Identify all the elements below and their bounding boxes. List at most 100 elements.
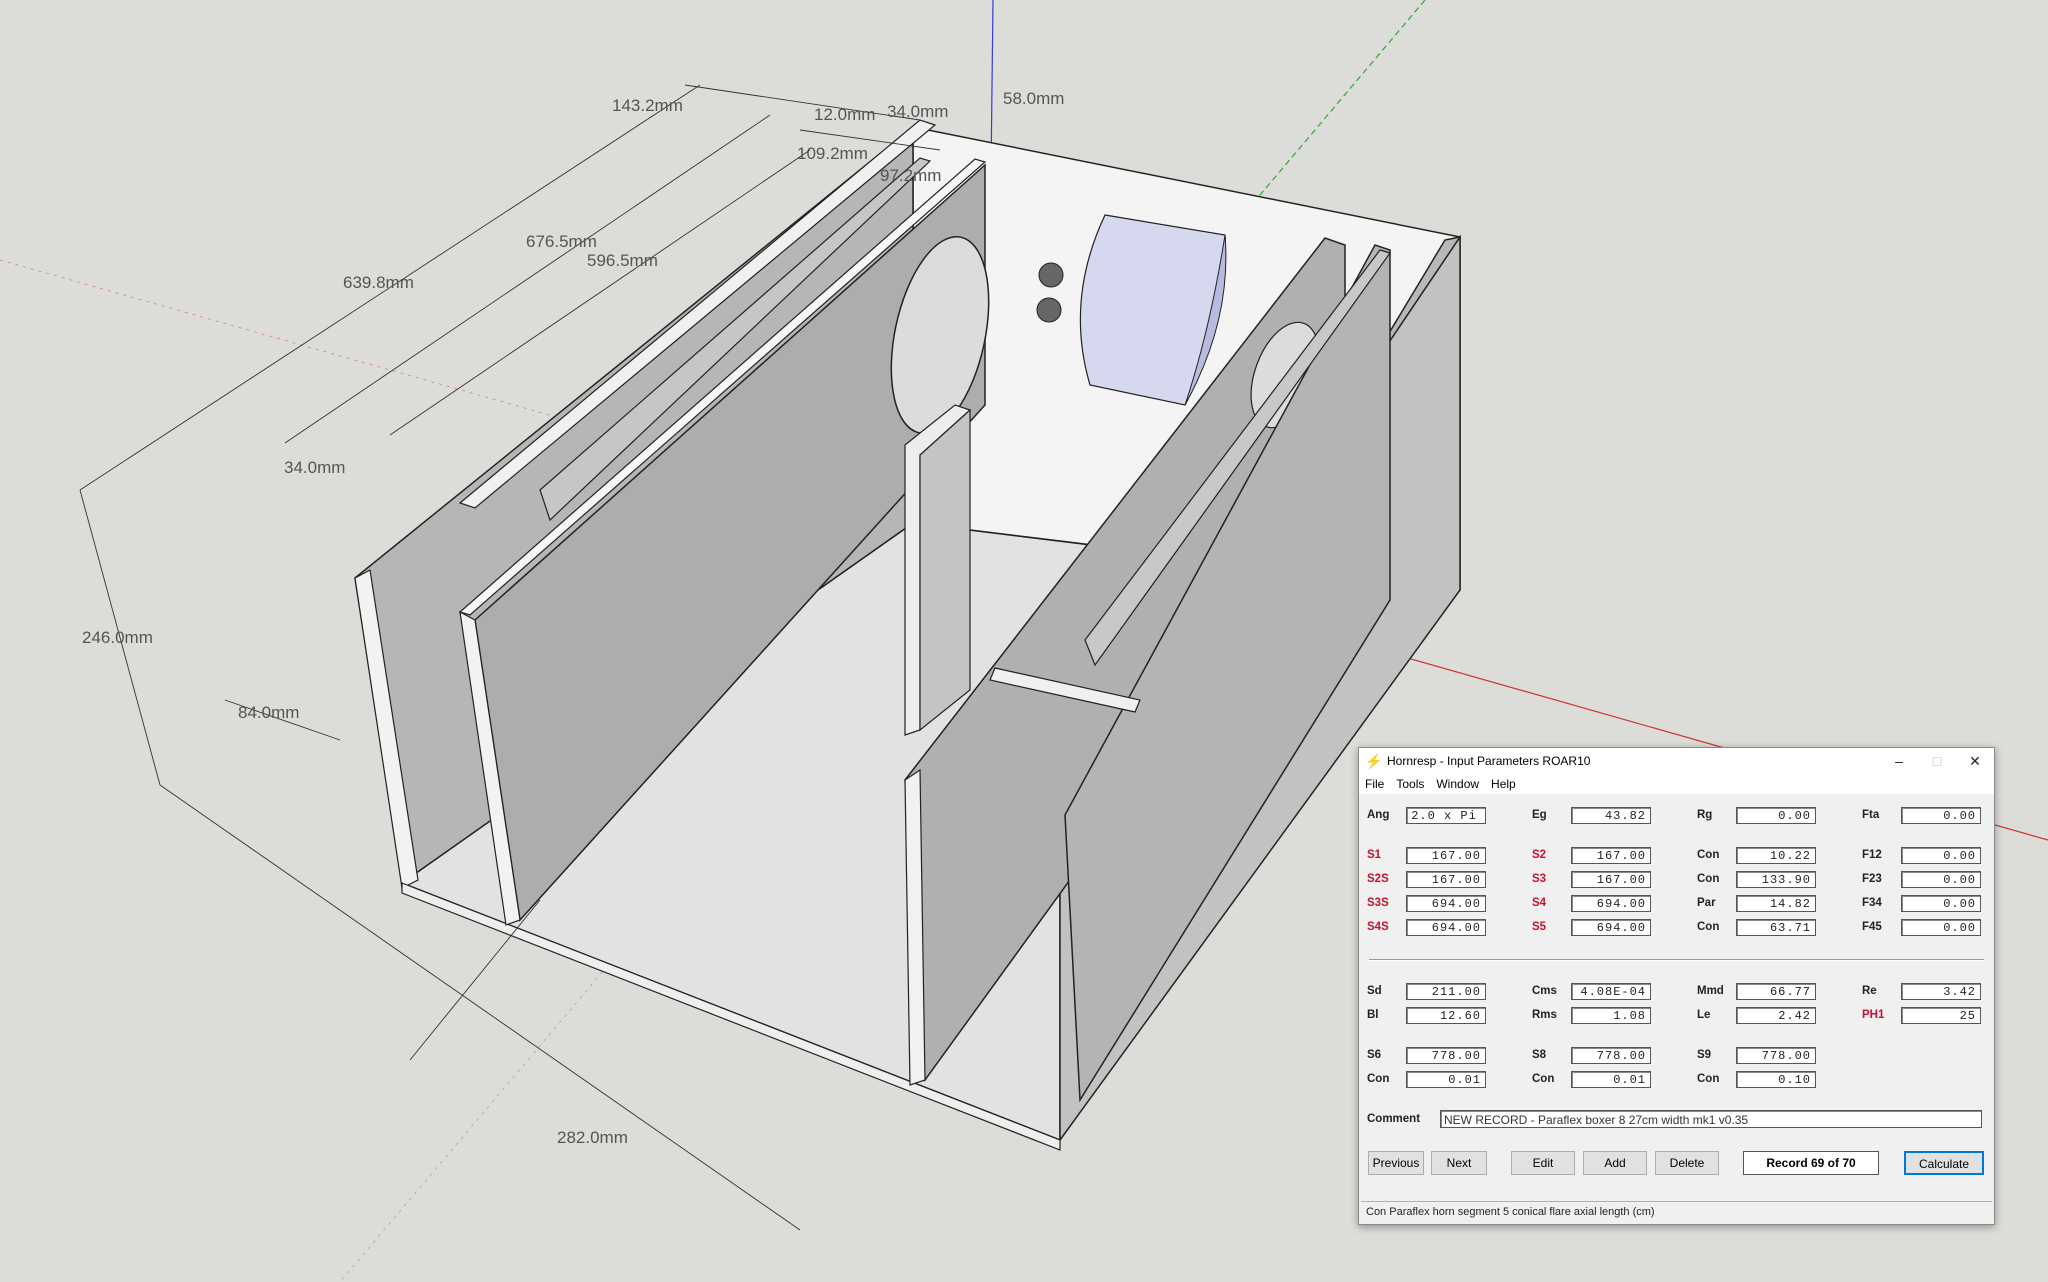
con8-label: Con	[1532, 1073, 1555, 1085]
s3s-field[interactable]: 694.00	[1406, 895, 1486, 912]
dimension-label: 34.0mm	[887, 102, 948, 121]
minimize-button[interactable]: –	[1880, 748, 1918, 774]
s5-label: S5	[1532, 921, 1547, 933]
menu-tools[interactable]: Tools	[1396, 777, 1424, 791]
con9-label: Con	[1697, 1073, 1720, 1085]
terminal-hole	[1036, 297, 1062, 323]
s1-field[interactable]: 167.00	[1406, 847, 1486, 864]
fta-field[interactable]: 0.00	[1901, 807, 1981, 824]
eg-field[interactable]: 43.82	[1571, 807, 1651, 824]
bl-field[interactable]: 12.60	[1406, 1007, 1486, 1024]
dimension-label: 97.2mm	[880, 166, 941, 185]
s3-label: S3	[1532, 873, 1547, 885]
con1-label: Con	[1697, 849, 1720, 861]
dimension-label: 282.0mm	[557, 1128, 628, 1147]
rms-label: Rms	[1532, 1009, 1557, 1021]
f34-label: F34	[1862, 897, 1882, 909]
s1-label: S1	[1367, 849, 1382, 861]
f12-field[interactable]: 0.00	[1901, 847, 1981, 864]
fta-label: Fta	[1862, 809, 1880, 821]
menu-bar: File Tools Window Help	[1359, 774, 1994, 794]
ang-field[interactable]: 2.0 x Pi	[1406, 807, 1486, 824]
f45-field[interactable]: 0.00	[1901, 919, 1981, 936]
hornresp-app-icon: ⚡	[1365, 752, 1383, 769]
previous-button[interactable]: Previous	[1368, 1151, 1424, 1175]
s5-field[interactable]: 694.00	[1571, 919, 1651, 936]
con8-field[interactable]: 0.01	[1571, 1071, 1651, 1088]
ph1-field[interactable]: 25	[1901, 1007, 1981, 1024]
s6-label: S6	[1367, 1049, 1382, 1061]
separator	[1369, 959, 1984, 961]
dimension-label: 639.8mm	[343, 273, 414, 292]
s4s-field[interactable]: 694.00	[1406, 919, 1486, 936]
status-bar: Con Paraflex horn segment 5 conical flar…	[1361, 1201, 1992, 1222]
dimension-label: 676.5mm	[526, 232, 597, 251]
con4-label: Con	[1697, 921, 1720, 933]
comment-field[interactable]: NEW RECORD - Paraflex boxer 8 27cm width…	[1440, 1110, 1982, 1128]
s3-field[interactable]: 167.00	[1571, 871, 1651, 888]
calculate-button[interactable]: Calculate	[1904, 1151, 1984, 1175]
f23-field[interactable]: 0.00	[1901, 871, 1981, 888]
s8-field[interactable]: 778.00	[1571, 1047, 1651, 1064]
delete-button[interactable]: Delete	[1655, 1151, 1719, 1175]
s3s-label: S3S	[1367, 897, 1389, 909]
cms-label: Cms	[1532, 985, 1557, 997]
rms-field[interactable]: 1.08	[1571, 1007, 1651, 1024]
par-field[interactable]: 14.82	[1736, 895, 1816, 912]
ang-label: Ang	[1367, 809, 1390, 821]
s8-label: S8	[1532, 1049, 1547, 1061]
hornresp-window[interactable]: ⚡ Hornresp - Input Parameters ROAR10 – □…	[1358, 747, 1995, 1225]
par-label: Par	[1697, 897, 1716, 909]
input-parameters-form: Ang 2.0 x Pi Eg 43.82 Rg 0.00 Fta 0.00 S…	[1359, 794, 1994, 1194]
title-bar: ⚡ Hornresp - Input Parameters ROAR10 – □…	[1359, 748, 1994, 774]
con6-label: Con	[1367, 1073, 1390, 1085]
close-button[interactable]: ✕	[1956, 748, 1994, 774]
re-label: Re	[1862, 985, 1877, 997]
comment-label: Comment	[1367, 1113, 1421, 1125]
f34-field[interactable]: 0.00	[1901, 895, 1981, 912]
s4s-label: S4S	[1367, 921, 1389, 933]
menu-file[interactable]: File	[1365, 777, 1384, 791]
con9-field[interactable]: 0.10	[1736, 1071, 1816, 1088]
s6-field[interactable]: 778.00	[1406, 1047, 1486, 1064]
con4-field[interactable]: 63.71	[1736, 919, 1816, 936]
mmd-field[interactable]: 66.77	[1736, 983, 1816, 1000]
terminal-hole	[1038, 262, 1064, 288]
s9-label: S9	[1697, 1049, 1712, 1061]
s9-field[interactable]: 778.00	[1736, 1047, 1816, 1064]
menu-window[interactable]: Window	[1436, 777, 1479, 791]
s2-field[interactable]: 167.00	[1571, 847, 1651, 864]
maximize-button[interactable]: □	[1918, 748, 1956, 774]
re-field[interactable]: 3.42	[1901, 983, 1981, 1000]
cms-field[interactable]: 4.08E-04	[1571, 983, 1651, 1000]
edit-button[interactable]: Edit	[1511, 1151, 1575, 1175]
con1-field[interactable]: 10.22	[1736, 847, 1816, 864]
sd-field[interactable]: 211.00	[1406, 983, 1486, 1000]
record-indicator: Record 69 of 70	[1743, 1151, 1879, 1175]
sd-label: Sd	[1367, 985, 1382, 997]
ph1-label: PH1	[1862, 1009, 1885, 1021]
mmd-label: Mmd	[1697, 985, 1724, 997]
dimension-label: 109.2mm	[797, 144, 868, 163]
rg-field[interactable]: 0.00	[1736, 807, 1816, 824]
dimension-label: 84.0mm	[238, 703, 299, 722]
s2s-label: S2S	[1367, 873, 1389, 885]
window-title: Hornresp - Input Parameters ROAR10	[1387, 754, 1591, 768]
s2s-field[interactable]: 167.00	[1406, 871, 1486, 888]
menu-help[interactable]: Help	[1491, 777, 1516, 791]
dimension-label: 12.0mm	[814, 105, 875, 124]
add-button[interactable]: Add	[1583, 1151, 1647, 1175]
bl-label: Bl	[1367, 1009, 1379, 1021]
dimension-label: 58.0mm	[1003, 89, 1064, 108]
s4-label: S4	[1532, 897, 1547, 909]
le-field[interactable]: 2.42	[1736, 1007, 1816, 1024]
con2-field[interactable]: 133.90	[1736, 871, 1816, 888]
rg-label: Rg	[1697, 809, 1713, 821]
dimension-label: 246.0mm	[82, 628, 153, 647]
con6-field[interactable]: 0.01	[1406, 1071, 1486, 1088]
f12-label: F12	[1862, 849, 1882, 861]
s4-field[interactable]: 694.00	[1571, 895, 1651, 912]
dimension-label: 143.2mm	[612, 96, 683, 115]
next-button[interactable]: Next	[1431, 1151, 1487, 1175]
f23-label: F23	[1862, 873, 1882, 885]
